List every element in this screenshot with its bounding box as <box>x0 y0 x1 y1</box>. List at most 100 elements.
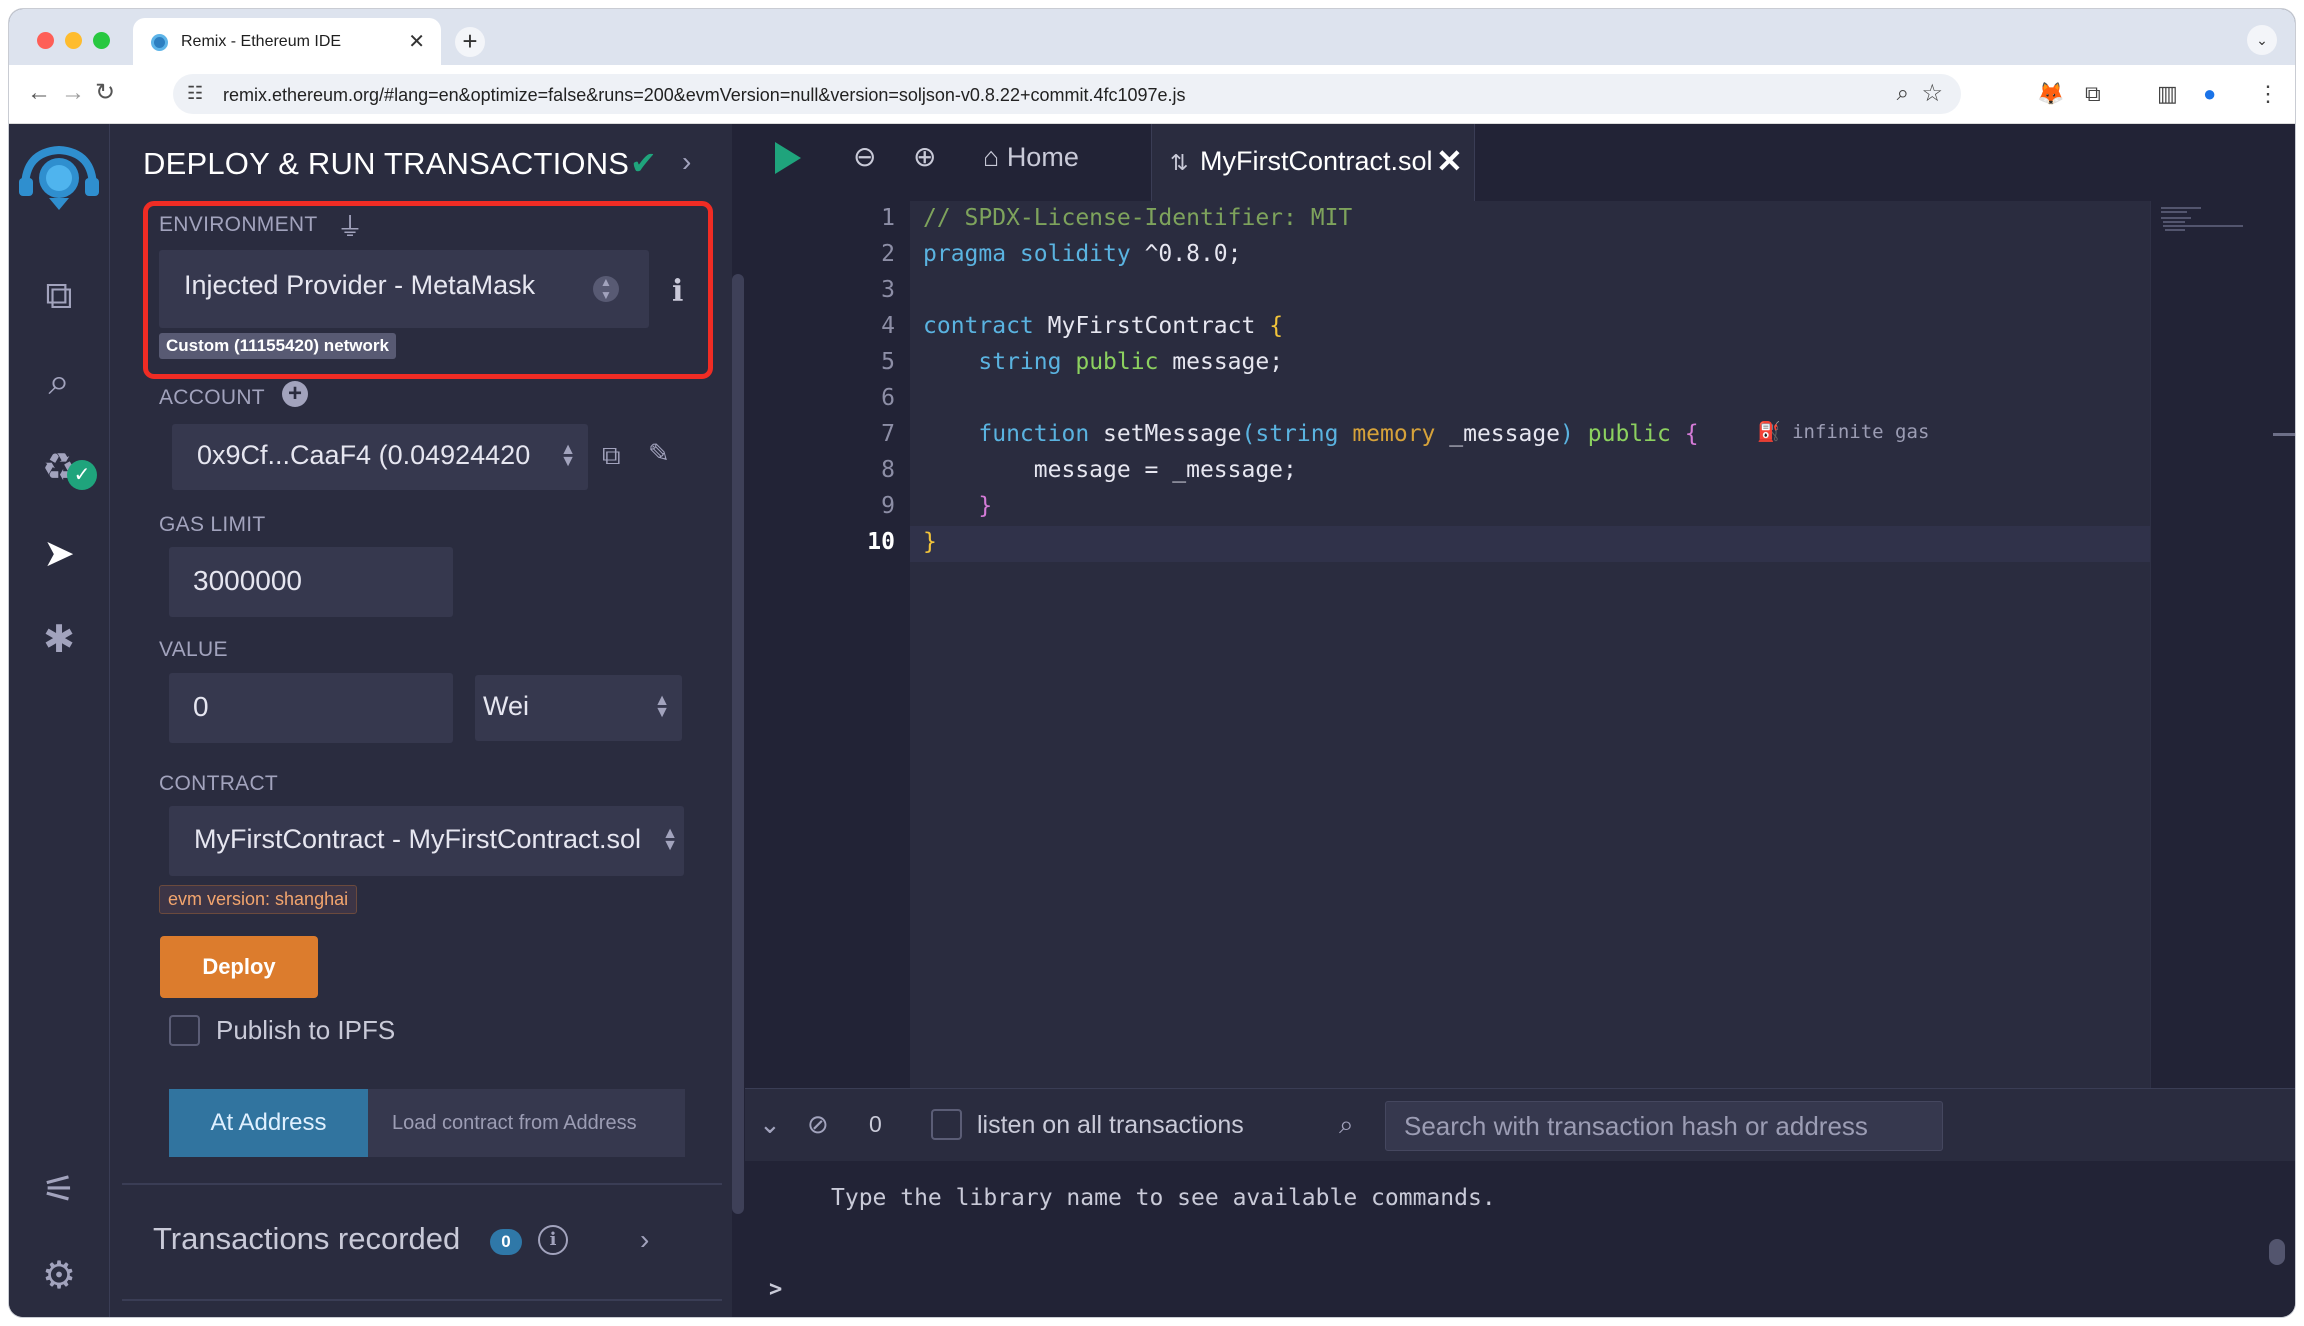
browser-toolbar: ← → ↻ ☷ remix.ethereum.org/#lang=en&opti… <box>9 65 2295 124</box>
zoom-out-icon[interactable]: ⊖ <box>853 140 876 173</box>
address-bar-url[interactable]: remix.ethereum.org/#lang=en&optimize=fal… <box>223 85 1186 106</box>
code-line-7: function setMessage(string memory _messa… <box>978 421 1699 447</box>
window-maximize-button[interactable] <box>93 32 110 49</box>
line-number-current: 10 <box>867 529 895 555</box>
panel-scrollbar[interactable] <box>732 274 744 1214</box>
code-line-8: message = _message; <box>923 457 1297 483</box>
load-contract-address-input[interactable]: Load contract from Address <box>368 1089 685 1157</box>
close-tab-icon[interactable]: ✕ <box>408 29 425 54</box>
bookmark-star-icon[interactable]: ☆ <box>1921 79 1943 108</box>
sign-message-edit-icon[interactable]: ✎ <box>648 438 670 469</box>
contract-select[interactable]: MyFirstContract - MyFirstContract.sol ▲ ▼ <box>169 806 684 876</box>
settings-gear-icon[interactable]: ⚙ <box>33 1250 85 1302</box>
file-tab-label: MyFirstContract.sol <box>1200 146 1433 176</box>
line-number: 9 <box>881 493 895 519</box>
panel-divider-bottom <box>122 1299 722 1301</box>
code-line-2: pragma solidity ^0.8.0; <box>923 241 1242 267</box>
line-number: 8 <box>881 457 895 483</box>
environment-select-value: Injected Provider - MetaMask <box>184 270 536 300</box>
contract-select-caret-icon: ▲ ▼ <box>662 825 678 854</box>
account-select[interactable]: 0x9Cf...CaaF4 (0.04924420 ▲ ▼ <box>172 424 588 490</box>
editor-scroll-marker <box>2273 433 2295 436</box>
network-badge: Custom (11155420) network <box>159 333 396 359</box>
terminal-output[interactable]: Type the library name to see available c… <box>745 1161 2295 1317</box>
window-close-button[interactable] <box>37 32 54 49</box>
zoom-icon[interactable]: ⌕ <box>1897 80 1909 106</box>
value-amount-input[interactable]: 0 <box>169 673 453 743</box>
extensions-puzzle-icon[interactable]: ⧉ <box>2085 81 2101 107</box>
forward-arrow-icon[interactable]: → <box>61 79 85 107</box>
browser-tab-remix[interactable]: Remix - Ethereum IDE ✕ <box>133 18 441 65</box>
line-number: 4 <box>881 313 895 339</box>
back-arrow-icon[interactable]: ← <box>27 79 51 107</box>
zoom-in-icon[interactable]: ⊕ <box>913 140 936 173</box>
browser-menu-icon[interactable]: ⋮ <box>2257 81 2279 107</box>
search-icon[interactable]: ⌕ <box>33 356 85 408</box>
tab-home-label: Home <box>1006 142 1079 172</box>
transactions-recorded-info-icon[interactable]: i <box>538 1225 568 1255</box>
gas-limit-input[interactable]: 3000000 <box>169 547 453 617</box>
address-bar[interactable]: ☷ remix.ethereum.org/#lang=en&optimize=f… <box>173 74 1961 114</box>
publish-ipfs-label: Publish to IPFS <box>216 1015 396 1045</box>
environment-select[interactable]: Injected Provider - MetaMask ▲ ▼ <box>159 250 649 328</box>
side-panel-icon[interactable]: ▥ <box>2157 81 2178 107</box>
publish-ipfs-checkbox[interactable] <box>169 1015 200 1046</box>
code-line-9: } <box>978 493 993 519</box>
collapse-terminal-chevron-icon[interactable]: ⌄ <box>759 1109 781 1140</box>
line-number-gutter: 1 2 3 4 5 6 7 8 9 10 <box>745 201 910 1088</box>
value-unit-select[interactable]: Wei ▲ ▼ <box>475 675 682 741</box>
window-minimize-button[interactable] <box>65 32 82 49</box>
environment-info-icon[interactable]: i <box>672 274 683 309</box>
tab-home[interactable]: ⌂ Home <box>983 142 1079 173</box>
site-settings-icon[interactable]: ☷ <box>187 83 203 104</box>
at-address-button[interactable]: At Address <box>169 1089 368 1157</box>
terminal-search-input[interactable]: Search with transaction hash or address <box>1385 1101 1943 1151</box>
remix-favicon-icon <box>151 34 168 51</box>
clear-terminal-icon[interactable]: ⊘ <box>807 1109 829 1140</box>
listen-all-transactions-label: listen on all transactions <box>977 1111 1244 1139</box>
code-line-1: // SPDX-License-Identifier: MIT <box>923 205 1353 231</box>
account-select-caret-icon: ▲ ▼ <box>560 441 576 470</box>
terminal-prompt[interactable]: > <box>769 1277 782 1302</box>
value-unit: Wei <box>483 691 530 721</box>
reload-icon[interactable]: ↻ <box>95 79 115 107</box>
remix-logo-icon[interactable] <box>17 142 101 212</box>
panel-title: DEPLOY & RUN TRANSACTIONS <box>143 146 630 181</box>
gas-estimate-annotation: ⛽ infinite gas <box>1757 420 1929 443</box>
gas-limit-label: GAS LIMIT <box>159 513 266 536</box>
current-line-highlight <box>910 526 2150 562</box>
panel-divider <box>122 1183 722 1185</box>
profile-avatar-icon[interactable]: ● <box>2203 81 2216 107</box>
deploy-run-icon[interactable]: ➤ <box>33 528 85 580</box>
home-icon: ⌂ <box>983 142 1007 172</box>
tab-search-chevron-icon[interactable]: ⌄ <box>2247 25 2277 55</box>
line-number: 2 <box>881 241 895 267</box>
plugin-manager-icon[interactable]: ⚟ <box>33 1164 85 1216</box>
tab-myfirstcontract[interactable]: ⇅ MyFirstContract.sol ✕ <box>1151 124 1475 201</box>
file-sync-icon: ⇅ <box>1170 150 1189 175</box>
editor-minimap[interactable] <box>2150 201 2295 1088</box>
minimap-line <box>2161 207 2201 209</box>
panel-title-check-icon: ✔ <box>630 145 657 181</box>
create-account-plus-icon[interactable]: + <box>282 381 308 407</box>
code-editor[interactable]: 1 2 3 4 5 6 7 8 9 10 // SPDX-License-Ide… <box>745 201 2295 1088</box>
line-number: 6 <box>881 385 895 411</box>
contract-label: CONTRACT <box>159 772 279 795</box>
value-amount: 0 <box>193 691 209 722</box>
copy-account-icon[interactable]: ⧉ <box>602 440 621 472</box>
close-file-tab-icon[interactable]: ✕ <box>1436 142 1463 180</box>
browser-window: Remix - Ethereum IDE ✕ + ⌄ ← → ↻ ☷ remix… <box>9 9 2295 1317</box>
run-script-play-icon[interactable] <box>775 142 801 174</box>
listen-all-transactions-checkbox[interactable] <box>931 1109 962 1140</box>
deploy-button[interactable]: Deploy <box>160 936 318 998</box>
metamask-extension-icon[interactable]: 🦊 <box>2037 81 2064 107</box>
transactions-recorded-chevron-icon[interactable]: › <box>640 1224 649 1256</box>
new-tab-button[interactable]: + <box>455 27 485 57</box>
debugger-bug-icon[interactable]: ✱ <box>33 614 85 666</box>
minimap-line <box>2161 211 2187 213</box>
transactions-recorded-label[interactable]: Transactions recorded <box>153 1221 460 1257</box>
terminal-scrollbar[interactable] <box>2269 1239 2285 1265</box>
file-explorer-icon[interactable]: ⧉ <box>33 270 85 322</box>
panel-collapse-chevron-icon[interactable]: › <box>682 146 691 178</box>
minimap-line <box>2165 229 2185 231</box>
